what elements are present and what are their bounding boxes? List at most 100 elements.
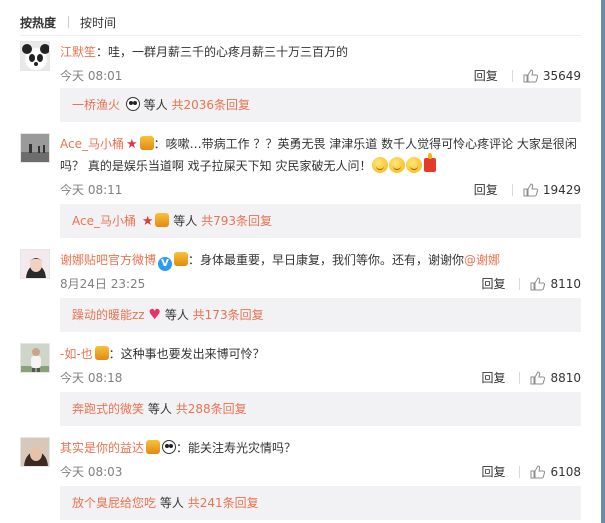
comment-content: ：哇，一群月薪三千的心疼月薪三十万三百万的 bbox=[96, 45, 349, 59]
reply-button[interactable]: 回复 bbox=[481, 275, 505, 292]
comment-username[interactable]: 谢娜贴吧官方微博 bbox=[60, 253, 156, 267]
comment-time: 今天 08:11 bbox=[60, 183, 123, 197]
comment-time: 8月24日 23:25 bbox=[60, 277, 146, 291]
avatar[interactable] bbox=[20, 249, 50, 279]
thumbs-up-icon bbox=[530, 464, 546, 478]
comment-time: 今天 08:01 bbox=[60, 69, 123, 83]
comment-content: ：身体最重要，早日康复，我们等你。还有，谢谢你 bbox=[188, 253, 465, 267]
sort-bar: 按热度 按时间 bbox=[20, 13, 116, 31]
action-divider bbox=[511, 183, 513, 196]
comment-username[interactable]: 其实是你的益达 bbox=[60, 441, 144, 455]
reply-summary-etc: 等人 bbox=[147, 402, 172, 416]
thumbs-up-icon bbox=[530, 276, 546, 290]
mention-link[interactable]: @谢娜 bbox=[464, 253, 500, 267]
star-icon: ★ bbox=[141, 214, 154, 229]
reply-summary-count[interactable]: 共793条回复 bbox=[201, 214, 272, 228]
like-button[interactable]: 19429 bbox=[523, 183, 581, 197]
reply-summary[interactable]: 奔跑式的微笑 等人 共288条回复 bbox=[60, 392, 581, 426]
vip-badge-icon bbox=[174, 252, 189, 266]
reply-summary-user[interactable]: 一桥渔火 bbox=[72, 98, 120, 112]
comment-meta: 今天 08:18 回复 8810 bbox=[60, 367, 581, 387]
comment-text: Ace_马小桶 ★ ：咳嗽…带病工作 ？？英勇无畏 津津乐道 数千人觉得可怜心疼评论… bbox=[60, 133, 581, 177]
smile-emoji-icon bbox=[406, 157, 423, 173]
like-button[interactable]: 8110 bbox=[530, 277, 581, 291]
like-count: 8110 bbox=[550, 276, 581, 291]
reply-summary[interactable]: 躁动的暖能zz ♥ 等人 共173条回复 bbox=[60, 298, 581, 332]
reply-summary-user[interactable]: 放个臭屁给您吃 bbox=[72, 496, 156, 510]
comment-meta: 今天 08:03 回复 6108 bbox=[60, 461, 581, 481]
comment-actions: 回复 6108 bbox=[481, 463, 581, 480]
reply-summary[interactable]: 一桥渔火 等人 共2036条回复 bbox=[60, 88, 581, 122]
reply-button[interactable]: 回复 bbox=[474, 67, 498, 84]
reply-button[interactable]: 回复 bbox=[481, 463, 505, 480]
action-divider bbox=[519, 277, 521, 290]
like-count: 8810 bbox=[550, 370, 581, 385]
comment-text: -如-也 ：这种事也要发出来博可怜？ bbox=[60, 343, 581, 365]
comment-meta: 今天 08:11 回复 19429 bbox=[60, 179, 581, 199]
comment-actions: 回复 8110 bbox=[481, 275, 581, 292]
like-button[interactable]: 6108 bbox=[530, 465, 581, 479]
reply-summary-user[interactable]: 躁动的暖能zz bbox=[72, 308, 145, 322]
avatar[interactable] bbox=[20, 133, 50, 163]
star-icon: ★ bbox=[125, 137, 138, 152]
vip-badge-icon bbox=[146, 440, 161, 454]
sort-divider bbox=[68, 16, 70, 28]
avatar[interactable] bbox=[20, 41, 50, 71]
thumbs-up-icon bbox=[523, 68, 538, 82]
candle-emoji-icon bbox=[424, 153, 437, 172]
comment-actions: 回复 19429 bbox=[474, 181, 581, 198]
panda-emoji-icon bbox=[125, 97, 140, 111]
comment-username[interactable]: Ace_马小桶 bbox=[60, 137, 124, 151]
reply-summary-count[interactable]: 共241条回复 bbox=[188, 496, 259, 510]
comment-text: 谢娜贴吧官方微博 V ：身体最重要，早日康复，我们等你。还有，谢谢你@谢娜 bbox=[60, 249, 581, 271]
comment-username[interactable]: -如-也 bbox=[60, 347, 93, 361]
smile-emoji-icon bbox=[372, 157, 389, 173]
comment-meta: 8月24日 23:25 回复 8110 bbox=[60, 273, 581, 293]
vip-badge-icon bbox=[155, 213, 170, 227]
divider bbox=[20, 35, 581, 36]
vip-badge-icon bbox=[94, 346, 109, 360]
reply-summary-etc: 等人 bbox=[143, 98, 168, 112]
comment-actions: 回复 35649 bbox=[474, 67, 581, 84]
action-divider bbox=[511, 69, 513, 82]
heart-icon: ♥ bbox=[148, 307, 161, 323]
smile-emoji-icon bbox=[389, 157, 406, 173]
like-button[interactable]: 35649 bbox=[523, 69, 581, 83]
reply-summary-count[interactable]: 共2036条回复 bbox=[172, 98, 251, 112]
avatar[interactable] bbox=[20, 437, 50, 467]
verified-icon: V bbox=[158, 257, 173, 271]
reply-summary-count[interactable]: 共173条回复 bbox=[193, 308, 264, 322]
action-divider bbox=[519, 371, 521, 384]
like-button[interactable]: 8810 bbox=[530, 371, 581, 385]
like-count: 19429 bbox=[542, 182, 581, 197]
comment-content: ：这种事也要发出来博可怜？ bbox=[108, 347, 265, 361]
avatar[interactable] bbox=[20, 343, 50, 373]
reply-summary-user[interactable]: Ace_马小桶 bbox=[72, 214, 136, 228]
comment-time: 今天 08:03 bbox=[60, 465, 123, 479]
reply-summary-user[interactable]: 奔跑式的微笑 bbox=[72, 402, 144, 416]
reply-summary[interactable]: 放个臭屁给您吃 等人 共241条回复 bbox=[60, 486, 581, 520]
comment-content: ：能关注寿光灾情吗？ bbox=[176, 441, 297, 455]
reply-summary-etc: 等人 bbox=[159, 496, 184, 510]
reply-button[interactable]: 回复 bbox=[481, 369, 505, 386]
window-frame-edge bbox=[601, 0, 605, 523]
comment-text: 其实是你的益达 ：能关注寿光灾情吗？ bbox=[60, 437, 581, 459]
action-divider bbox=[519, 465, 521, 478]
reply-summary-etc: 等人 bbox=[164, 308, 189, 322]
reply-summary-count[interactable]: 共288条回复 bbox=[176, 402, 247, 416]
comment-meta: 今天 08:01 回复 35649 bbox=[60, 65, 581, 85]
like-count: 35649 bbox=[542, 68, 581, 83]
like-count: 6108 bbox=[550, 464, 581, 479]
vip-badge-icon bbox=[139, 136, 154, 150]
reply-button[interactable]: 回复 bbox=[474, 181, 498, 198]
comment-actions: 回复 8810 bbox=[481, 369, 581, 386]
comment-time: 今天 08:18 bbox=[60, 371, 123, 385]
sort-tab-hot[interactable]: 按热度 bbox=[20, 14, 56, 31]
reply-summary[interactable]: Ace_马小桶 ★ 等人 共793条回复 bbox=[60, 204, 581, 238]
reply-summary-etc: 等人 bbox=[173, 214, 198, 228]
thumbs-up-icon bbox=[530, 370, 546, 384]
sort-tab-time[interactable]: 按时间 bbox=[80, 14, 116, 31]
thumbs-up-icon bbox=[523, 182, 538, 196]
comment-username[interactable]: 江默笙 bbox=[60, 45, 96, 59]
comment-text: 江默笙：哇，一群月薪三千的心疼月薪三十万三百万的 bbox=[60, 41, 581, 63]
